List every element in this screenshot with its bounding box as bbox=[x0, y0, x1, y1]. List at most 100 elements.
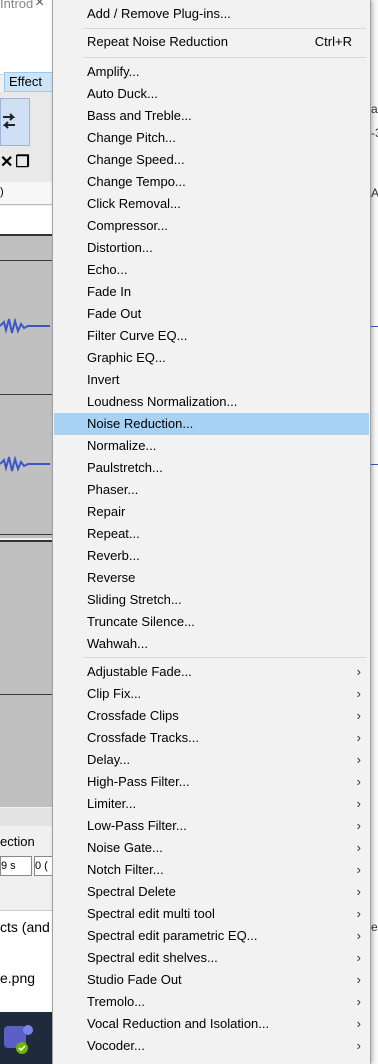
chevron-right-icon: › bbox=[356, 1016, 361, 1031]
menu-item-label: Sliding Stretch... bbox=[87, 592, 182, 607]
timeline[interactable] bbox=[0, 206, 60, 236]
menu-separator bbox=[83, 657, 366, 658]
menu-item-label: Echo... bbox=[87, 262, 128, 277]
menu-item-label: Spectral Delete bbox=[87, 884, 176, 899]
submenu-item-noise-gate[interactable]: Noise Gate... › bbox=[54, 837, 369, 859]
menu-item-label: Limiter... bbox=[87, 796, 137, 811]
audio-track[interactable] bbox=[0, 236, 60, 538]
menu-item-noise-reduction[interactable]: Noise Reduction... bbox=[54, 413, 369, 435]
menu-item-repeat-noise-reduction[interactable]: Repeat Noise Reduction Ctrl+R bbox=[54, 31, 369, 53]
menu-item-paulstretch[interactable]: Paulstretch... bbox=[54, 457, 369, 479]
menu-item-echo[interactable]: Echo... bbox=[54, 259, 369, 281]
menu-item-label: Delay... bbox=[87, 752, 131, 767]
submenu-item-low-pass-filter[interactable]: Low-Pass Filter... › bbox=[54, 815, 369, 837]
menu-item-label: Graphic EQ... bbox=[87, 350, 166, 365]
menu-item-sliding-stretch[interactable]: Sliding Stretch... bbox=[54, 589, 369, 611]
menu-item-label: Spectral edit shelves... bbox=[87, 950, 218, 965]
menu-item-label: Normalize... bbox=[87, 438, 157, 453]
effect-menu[interactable]: Effect bbox=[4, 72, 54, 92]
submenu-item-clip-fix[interactable]: Clip Fix... › bbox=[54, 683, 369, 705]
menu-item-phaser[interactable]: Phaser... bbox=[54, 479, 369, 501]
menubar bbox=[0, 34, 60, 75]
menu-item-label: Click Removal... bbox=[87, 196, 181, 211]
menu-item-bass-and-treble[interactable]: Bass and Treble... bbox=[54, 105, 369, 127]
submenu-item-tremolo[interactable]: Tremolo... › bbox=[54, 991, 369, 1013]
copy-icon[interactable]: ❐ bbox=[15, 154, 31, 171]
file-row[interactable]: cts (and bbox=[0, 910, 60, 945]
menu-item-filter-curve-eq[interactable]: Filter Curve EQ... bbox=[54, 325, 369, 347]
teams-icon[interactable] bbox=[2, 1020, 36, 1056]
chevron-right-icon: › bbox=[356, 752, 361, 767]
menu-item-label: Vocal Reduction and Isolation... bbox=[87, 1016, 270, 1031]
menu-item-label: Change Pitch... bbox=[87, 130, 176, 145]
menu-item-truncate-silence[interactable]: Truncate Silence... bbox=[54, 611, 369, 633]
close-icon[interactable]: × bbox=[35, 0, 44, 12]
submenu-item-adjustable-fade[interactable]: Adjustable Fade... › bbox=[54, 661, 369, 683]
submenu-item-spectral-delete[interactable]: Spectral Delete › bbox=[54, 881, 369, 903]
submenu-item-delay[interactable]: Delay... › bbox=[54, 749, 369, 771]
menu-item-reverse[interactable]: Reverse bbox=[54, 567, 369, 589]
status-strip bbox=[0, 808, 60, 826]
submenu-item-high-pass-filter[interactable]: High-Pass Filter... › bbox=[54, 771, 369, 793]
menu-item-fade-out[interactable]: Fade Out bbox=[54, 303, 369, 325]
track-divider bbox=[0, 394, 60, 395]
submenu-item-studio-fade-out[interactable]: Studio Fade Out › bbox=[54, 969, 369, 991]
ruler-label: ) bbox=[0, 186, 4, 198]
menu-item-change-tempo[interactable]: Change Tempo... bbox=[54, 171, 369, 193]
menu-item-change-speed[interactable]: Change Speed... bbox=[54, 149, 369, 171]
menu-item-label: Fade In bbox=[87, 284, 132, 299]
menu-item-change-pitch[interactable]: Change Pitch... bbox=[54, 127, 369, 149]
right-fragment: A bbox=[371, 186, 378, 200]
menu-item-reverb[interactable]: Reverb... bbox=[54, 545, 369, 567]
chevron-right-icon: › bbox=[356, 994, 361, 1009]
submenu-item-vocoder[interactable]: Vocoder... › bbox=[54, 1035, 369, 1057]
menu-item-label: Studio Fade Out bbox=[87, 972, 182, 987]
selection-label: ection bbox=[0, 834, 35, 849]
cut-icon[interactable]: ✕ bbox=[0, 154, 15, 171]
menu-item-normalize[interactable]: Normalize... bbox=[54, 435, 369, 457]
menu-item-fade-in[interactable]: Fade In bbox=[54, 281, 369, 303]
menu-item-label: Invert bbox=[87, 372, 120, 387]
file-row[interactable]: e.png bbox=[0, 944, 60, 1012]
menu-item-graphic-eq[interactable]: Graphic EQ... bbox=[54, 347, 369, 369]
menu-separator bbox=[83, 57, 366, 58]
menu-item-wahwah[interactable]: Wahwah... bbox=[54, 633, 369, 655]
loop-button[interactable] bbox=[0, 98, 30, 146]
menu-item-label: Crossfade Clips bbox=[87, 708, 179, 723]
chevron-right-icon: › bbox=[356, 1038, 361, 1053]
submenu-item-limiter[interactable]: Limiter... › bbox=[54, 793, 369, 815]
menu-item-invert[interactable]: Invert bbox=[54, 369, 369, 391]
chevron-right-icon: › bbox=[356, 774, 361, 789]
menu-item-loudness-normalization[interactable]: Loudness Normalization... bbox=[54, 391, 369, 413]
menu-item-label: Notch Filter... bbox=[87, 862, 164, 877]
menu-item-distortion[interactable]: Distortion... bbox=[54, 237, 369, 259]
submenu-item-vocal-reduction-and-isolation[interactable]: Vocal Reduction and Isolation... › bbox=[54, 1013, 369, 1035]
right-fragment: a bbox=[371, 102, 378, 116]
empty-track-area[interactable] bbox=[0, 540, 60, 807]
submenu-item-crossfade-clips[interactable]: Crossfade Clips › bbox=[54, 705, 369, 727]
track-divider bbox=[0, 534, 60, 535]
menu-item-label: Tremolo... bbox=[87, 994, 146, 1009]
menu-item-repeat[interactable]: Repeat... bbox=[54, 523, 369, 545]
right-fragment: -3 bbox=[371, 126, 378, 140]
submenu-item-spectral-edit-multi-tool[interactable]: Spectral edit multi tool › bbox=[54, 903, 369, 925]
menu-item-repair[interactable]: Repair bbox=[54, 501, 369, 523]
menu-item-add-remove-plugins[interactable]: Add / Remove Plug-ins... bbox=[54, 3, 369, 25]
edit-tools: ✕❐ bbox=[0, 152, 60, 176]
menu-item-label: Loudness Normalization... bbox=[87, 394, 238, 409]
menu-item-label: Repeat... bbox=[87, 526, 140, 541]
submenu-item-spectral-edit-parametric-eq[interactable]: Spectral edit parametric EQ... › bbox=[54, 925, 369, 947]
menu-item-amplify[interactable]: Amplify... bbox=[54, 61, 369, 83]
menu-item-label: Reverse bbox=[87, 570, 136, 585]
submenu-item-notch-filter[interactable]: Notch Filter... › bbox=[54, 859, 369, 881]
selection-start-control[interactable]: 9 s bbox=[0, 856, 32, 876]
menu-item-click-removal[interactable]: Click Removal... bbox=[54, 193, 369, 215]
submenu-item-spectral-edit-shelves[interactable]: Spectral edit shelves... › bbox=[54, 947, 369, 969]
menu-item-compressor[interactable]: Compressor... bbox=[54, 215, 369, 237]
menu-item-shortcut: Ctrl+R bbox=[314, 34, 352, 49]
chevron-right-icon: › bbox=[356, 730, 361, 745]
menu-item-auto-duck[interactable]: Auto Duck... bbox=[54, 83, 369, 105]
submenu-item-crossfade-tracks[interactable]: Crossfade Tracks... › bbox=[54, 727, 369, 749]
menu-item-label: Fade Out bbox=[87, 306, 142, 321]
menu-item-label: Vocoder... bbox=[87, 1038, 145, 1053]
